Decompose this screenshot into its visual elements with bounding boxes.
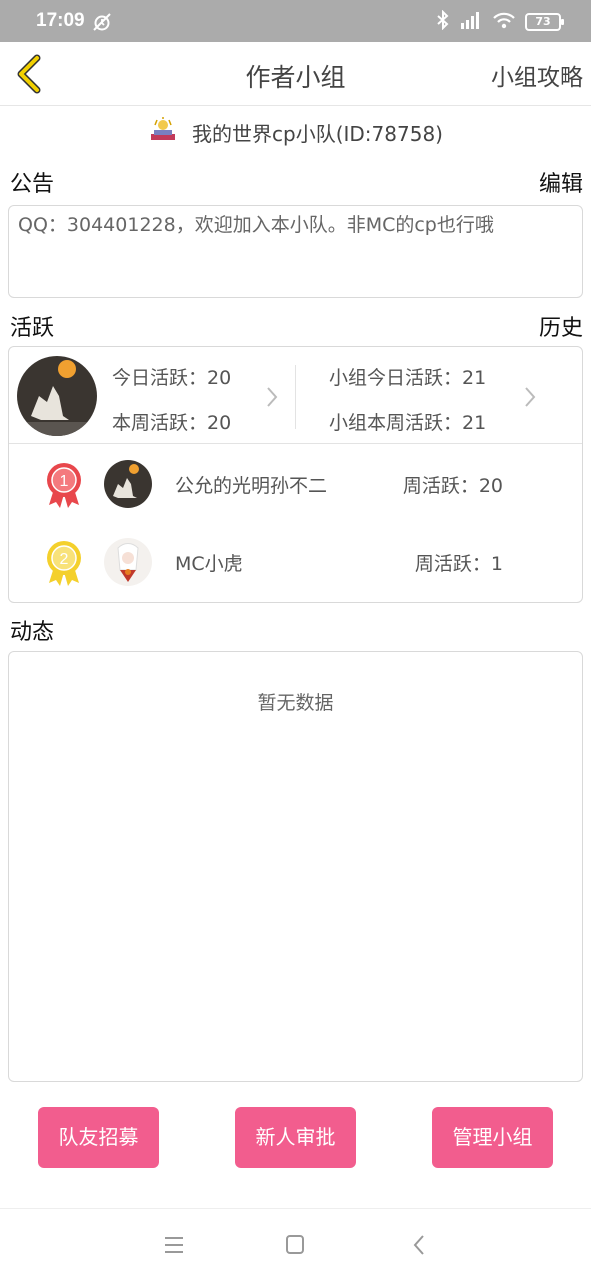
menu-icon[interactable] bbox=[160, 1233, 188, 1257]
top-bar: 作者小组 小组攻略 bbox=[0, 42, 591, 106]
battery-icon: 73 bbox=[525, 13, 564, 31]
dynamics-panel: 暂无数据 bbox=[8, 651, 583, 1082]
notice-content: QQ：304401228，欢迎加入本小队。非MC的cp也行哦 bbox=[8, 205, 583, 298]
bluetooth-icon bbox=[436, 9, 450, 34]
history-button[interactable]: 历史 bbox=[539, 310, 583, 342]
wifi-icon bbox=[492, 10, 516, 34]
rank-number: 1 bbox=[60, 473, 69, 490]
avatar[interactable] bbox=[104, 460, 152, 508]
edit-notice-button[interactable]: 编辑 bbox=[539, 166, 583, 198]
member-week-activity: 周活跃：20 bbox=[402, 475, 503, 497]
group-today-activity: 小组今日活跃：21 bbox=[329, 367, 487, 389]
alarm-off-icon bbox=[92, 12, 112, 36]
member-name: MC小虎 bbox=[175, 553, 243, 575]
activity-panel: 今日活跃：20 本周活跃：20 小组今日活跃：21 小组本周活跃：21 1 公允… bbox=[8, 346, 583, 603]
rank-2-medal-icon: 2 bbox=[47, 541, 81, 586]
group-week-activity: 小组本周活跃：21 bbox=[329, 412, 487, 434]
my-today-activity: 今日活跃：20 bbox=[112, 367, 232, 389]
system-nav-bar bbox=[0, 1208, 591, 1280]
status-time: 17:09 bbox=[36, 10, 85, 31]
avatar bbox=[17, 356, 97, 436]
group-info: 我的世界cp小队(ID:78758) bbox=[0, 114, 591, 150]
rank-1-medal-icon: 1 bbox=[47, 463, 81, 508]
member-name: 公允的光明孙不二 bbox=[175, 475, 328, 497]
member-week-activity: 周活跃：1 bbox=[414, 553, 503, 575]
home-icon[interactable] bbox=[281, 1233, 309, 1257]
ranking-row: 1 公允的光明孙不二 周活跃：20 bbox=[9, 451, 582, 517]
divider bbox=[9, 443, 582, 444]
my-week-activity: 本周活跃：20 bbox=[112, 412, 232, 434]
activity-label: 活跃 bbox=[10, 316, 55, 341]
empty-state-text: 暂无数据 bbox=[257, 692, 334, 714]
rank-number: 2 bbox=[60, 551, 69, 568]
group-guide-link[interactable]: 小组攻略 bbox=[491, 58, 583, 92]
dynamics-label: 动态 bbox=[10, 620, 55, 645]
chevron-right-icon[interactable] bbox=[265, 385, 279, 409]
ranking-row: 2 MC小虎 周活跃：1 bbox=[9, 529, 582, 595]
avatar[interactable] bbox=[104, 538, 152, 586]
divider bbox=[295, 365, 296, 429]
notice-label: 公告 bbox=[10, 172, 55, 197]
recruit-button[interactable]: 队友招募 bbox=[38, 1107, 159, 1168]
signal-icon bbox=[459, 10, 483, 34]
back-nav-icon[interactable] bbox=[405, 1233, 433, 1257]
chevron-right-icon[interactable] bbox=[523, 385, 537, 409]
group-name: 我的世界cp小队(ID:78758) bbox=[192, 121, 443, 146]
manage-group-button[interactable]: 管理小组 bbox=[432, 1107, 553, 1168]
group-badge-icon bbox=[148, 116, 178, 149]
approve-button[interactable]: 新人审批 bbox=[235, 1107, 356, 1168]
status-bar: 17:09 73 bbox=[0, 0, 591, 42]
